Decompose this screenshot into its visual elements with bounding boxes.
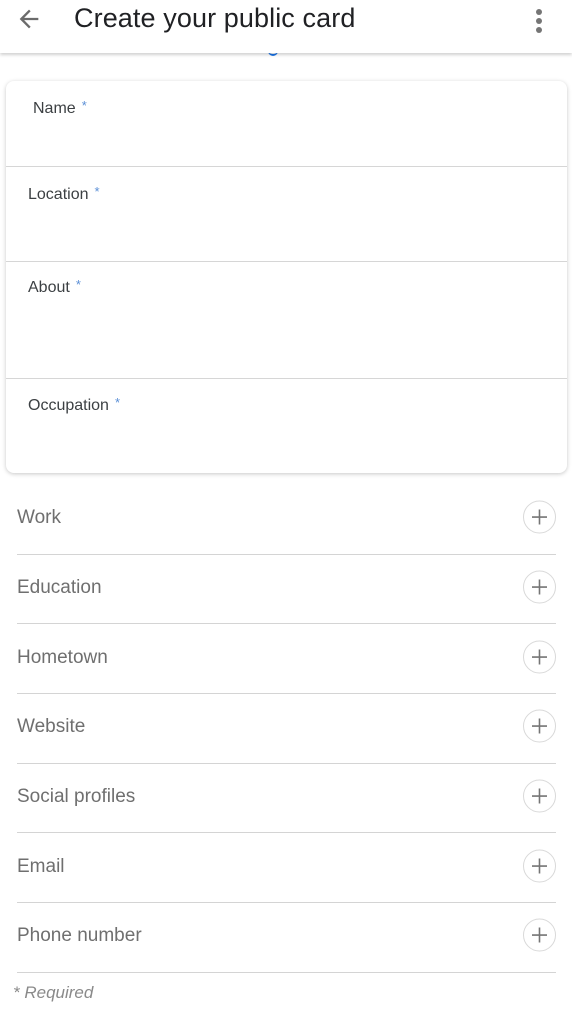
- required-note: * Required: [13, 983, 94, 1002]
- section-label: Phone number: [17, 925, 142, 947]
- add-icon: [532, 579, 547, 595]
- section-label: Social profiles: [17, 785, 136, 807]
- location-field[interactable]: Location *: [6, 167, 567, 262]
- add-work-button[interactable]: [523, 500, 556, 534]
- section-row-social-profiles[interactable]: Social profiles: [17, 764, 556, 834]
- add-email-button[interactable]: [523, 849, 556, 883]
- required-marker: *: [81, 98, 87, 113]
- add-social-profiles-button[interactable]: [523, 779, 556, 813]
- section-row-website[interactable]: Website: [17, 694, 556, 764]
- section-label: Website: [17, 716, 86, 738]
- more-options-button[interactable]: [524, 4, 554, 38]
- page-title: Create your public card: [74, 3, 356, 33]
- section-row-email[interactable]: Email: [17, 833, 556, 904]
- add-icon: [532, 649, 547, 665]
- more-vert-icon: [536, 9, 542, 33]
- section-row-education[interactable]: Education: [17, 555, 556, 625]
- name-field[interactable]: Name *: [6, 81, 567, 167]
- section-label: Work: [17, 507, 61, 529]
- about-field[interactable]: About *: [6, 262, 567, 379]
- required-marker: *: [75, 277, 81, 292]
- add-icon: [532, 788, 547, 804]
- add-website-button[interactable]: [523, 709, 556, 743]
- section-label: Email: [17, 855, 65, 877]
- arrow-left-icon: [19, 9, 39, 29]
- add-education-button[interactable]: [523, 570, 556, 604]
- app-bar: Create your public card: [0, 0, 572, 53]
- section-row-phone-number[interactable]: Phone number: [17, 903, 556, 973]
- section-label: Education: [17, 576, 102, 598]
- occupation-field[interactable]: Occupation *: [6, 379, 567, 473]
- location-label: Location *: [28, 184, 100, 203]
- section-row-hometown[interactable]: Hometown: [17, 624, 556, 695]
- add-icon: [532, 509, 547, 525]
- required-fields-card: Name * Location * About * Occupation *: [6, 81, 567, 473]
- occupation-label: Occupation *: [28, 395, 120, 414]
- required-marker: *: [114, 395, 120, 410]
- section-row-work[interactable]: Work: [17, 485, 556, 555]
- back-button[interactable]: [12, 2, 46, 36]
- add-phone-number-button[interactable]: [523, 918, 556, 952]
- about-label: About *: [28, 277, 81, 296]
- required-marker: *: [94, 184, 100, 199]
- add-icon: [532, 858, 547, 874]
- section-label: Hometown: [17, 646, 108, 668]
- optional-sections-list: Work Education Hometown Website Social p…: [17, 485, 556, 973]
- name-label: Name *: [33, 98, 87, 117]
- add-icon: [532, 718, 547, 734]
- add-icon: [532, 927, 547, 943]
- add-hometown-button[interactable]: [523, 640, 556, 674]
